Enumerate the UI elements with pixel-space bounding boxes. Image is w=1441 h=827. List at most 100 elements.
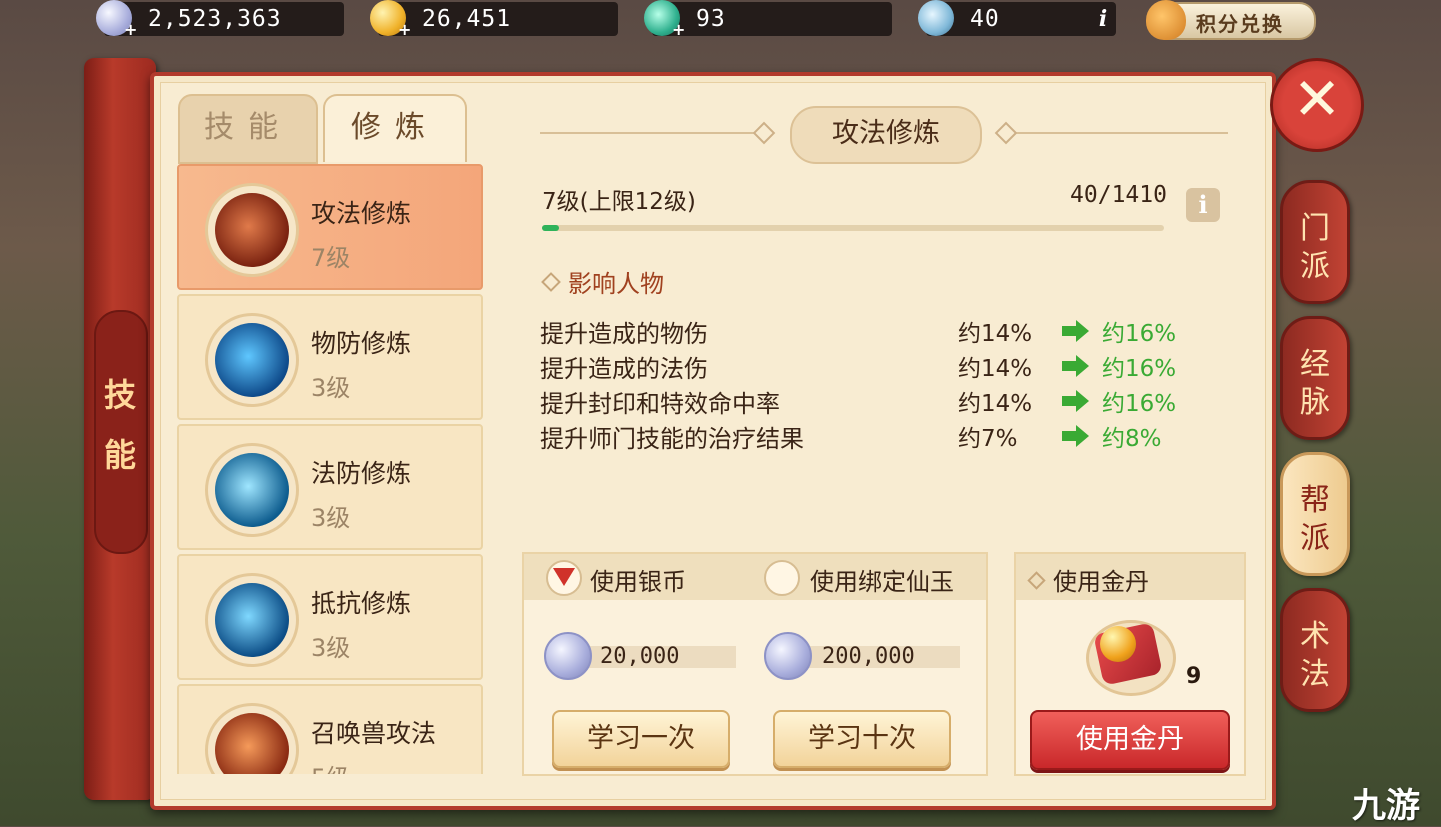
- skill-name: 抵抗修炼: [311, 589, 412, 618]
- silver-coin-value: 2,523,363: [148, 6, 282, 32]
- effect-new-value: 约16%: [1102, 356, 1177, 382]
- points-exchange-label: 积分兑换: [1196, 12, 1284, 36]
- progress-bar-fill: [542, 225, 560, 231]
- cost-ten: 200,000: [808, 646, 960, 668]
- scroll-title-char-2: 能: [103, 436, 136, 474]
- list-item-pet-attack[interactable]: 召唤兽攻法 5级: [177, 684, 483, 774]
- effect-name: 提升造成的物伤: [540, 320, 708, 348]
- radio-use-bound-jade[interactable]: [764, 560, 800, 596]
- list-item-attack-cultivation[interactable]: 攻法修炼 7级: [177, 164, 483, 290]
- effect-name: 提升造成的法伤: [540, 355, 708, 383]
- side-tab-meridian[interactable]: 经 脉: [1280, 316, 1350, 440]
- skill-name: 法防修炼: [311, 459, 412, 488]
- skill-name: 召唤兽攻法: [311, 719, 437, 748]
- cost-once: 20,000: [586, 646, 736, 668]
- progress-separator: /: [1097, 182, 1112, 208]
- close-icon: ✕: [1292, 65, 1342, 133]
- golden-pill-icon: [1100, 626, 1136, 662]
- side-tab-guild[interactable]: 帮 派: [1280, 452, 1350, 576]
- level-text: 7级(上限12级): [542, 189, 696, 215]
- plus-icon[interactable]: +: [398, 20, 411, 39]
- info-icon[interactable]: i: [1090, 6, 1116, 32]
- watermark-logo: 九游: [1352, 786, 1420, 826]
- side-tab-sect[interactable]: 门 派: [1280, 180, 1350, 304]
- effect-old-value: 约14%: [958, 356, 1033, 382]
- effect-old-value: 约7%: [958, 426, 1018, 452]
- scroll-title-char-1: 技: [103, 376, 136, 414]
- effect-old-value: 约14%: [958, 391, 1033, 417]
- list-item-physical-defense[interactable]: 物防修炼 3级: [177, 294, 483, 420]
- bell-icon: [215, 583, 289, 657]
- list-item-magic-defense[interactable]: 法防修炼 3级: [177, 424, 483, 550]
- shield-icon: [215, 323, 289, 397]
- effect-row: 提升造成的法伤 约14% 约16%: [540, 349, 1200, 383]
- radio-use-silver[interactable]: [546, 560, 582, 596]
- close-button[interactable]: ✕: [1270, 58, 1364, 152]
- progress-readout: 40/1410: [1070, 182, 1167, 208]
- plus-icon[interactable]: +: [124, 20, 137, 39]
- list-item-resistance[interactable]: 抵抗修炼 3级: [177, 554, 483, 680]
- skill-level: 5级: [311, 758, 350, 774]
- silver-coin-icon: [544, 632, 592, 680]
- use-pill-button[interactable]: 使用金丹: [1030, 710, 1230, 770]
- silver-coin-icon: [764, 632, 812, 680]
- pet-demon-icon: [215, 713, 289, 774]
- side-tab-spell[interactable]: 术 法: [1280, 588, 1350, 712]
- section-title: 影响人物: [541, 264, 664, 299]
- icon-ring: [205, 443, 299, 537]
- taiji-orb-icon: [215, 453, 289, 527]
- skill-level: 3级: [311, 504, 351, 532]
- effect-name: 提升封印和特效命中率: [540, 390, 780, 418]
- divider-right: [1006, 132, 1228, 134]
- side-tab-char: 脉: [1300, 385, 1330, 420]
- progress-bar: [542, 225, 1164, 231]
- effect-new-value: 约8%: [1102, 426, 1162, 452]
- progress-max: 1410: [1111, 182, 1167, 208]
- side-tab-char: 派: [1300, 521, 1330, 556]
- pill-count: 9: [1186, 664, 1202, 689]
- skill-name: 物防修炼: [311, 329, 412, 358]
- icon-ring: [205, 183, 299, 277]
- tab-cultivation[interactable]: 修炼: [323, 94, 467, 162]
- cultivation-list[interactable]: 攻法修炼 7级 物防修炼 3级 法防修炼 3级 抵抗修炼 3级 召唤兽攻法 5级: [175, 160, 485, 774]
- effect-row: 提升封印和特效命中率 约14% 约16%: [540, 384, 1200, 418]
- energy-value: 40: [970, 6, 1000, 32]
- skill-level: 3级: [311, 634, 351, 662]
- jade-counter: + 93: [644, 0, 892, 39]
- points-exchange-button[interactable]: 积分兑换: [1146, 0, 1316, 40]
- icon-ring: [205, 703, 299, 774]
- left-scroll-banner: 技 能: [84, 58, 156, 800]
- progress-current: 40: [1070, 182, 1098, 208]
- energy-icon: [918, 0, 954, 36]
- gold-coin-value: 26,451: [422, 6, 512, 32]
- tab-skills[interactable]: 技能: [178, 94, 318, 164]
- side-tab-char: 法: [1300, 657, 1330, 692]
- skill-level: 3级: [311, 374, 351, 402]
- label-use-bound-jade: 使用绑定仙玉: [810, 568, 954, 596]
- label-use-silver: 使用银币: [590, 568, 686, 596]
- silver-coin-counter: + 2,523,363: [96, 0, 344, 39]
- learn-once-button[interactable]: 学习一次: [552, 710, 730, 768]
- plus-icon[interactable]: +: [672, 20, 685, 39]
- effect-row: 提升师门技能的治疗结果 约7% 约8%: [540, 419, 1200, 453]
- pill-header-label: 使用金丹: [1027, 562, 1149, 597]
- info-icon[interactable]: i: [1186, 188, 1220, 222]
- diamond-icon: [1027, 571, 1046, 590]
- icon-ring: [205, 573, 299, 667]
- energy-counter: 40: [918, 0, 1116, 36]
- divider-left: [540, 132, 762, 134]
- sword-icon: [215, 193, 289, 267]
- skill-name: 攻法修炼: [311, 199, 412, 228]
- effect-new-value: 约16%: [1102, 321, 1177, 347]
- gold-coin-counter: + 26,451: [370, 0, 618, 39]
- jade-value: 93: [696, 6, 726, 32]
- effect-name: 提升师门技能的治疗结果: [540, 425, 804, 453]
- section-title-text: 影响人物: [568, 270, 664, 298]
- side-tab-char: 派: [1300, 249, 1330, 284]
- icon-ring: [205, 313, 299, 407]
- learn-ten-button[interactable]: 学习十次: [773, 710, 951, 768]
- money-bag-icon: [1146, 0, 1186, 40]
- pill-header-text: 使用金丹: [1053, 568, 1149, 596]
- diamond-icon: [541, 272, 561, 292]
- effect-old-value: 约14%: [958, 321, 1033, 347]
